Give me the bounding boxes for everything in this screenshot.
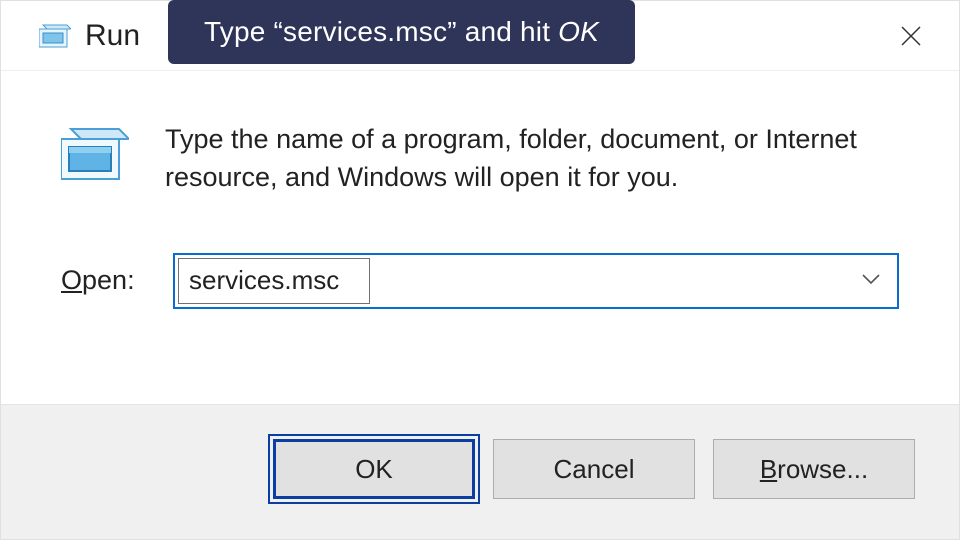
- cancel-button[interactable]: Cancel: [493, 439, 695, 499]
- content-area: Type the name of a program, folder, docu…: [1, 71, 959, 404]
- open-label: Open:: [61, 265, 173, 296]
- run-dialog: Run Type the name of a program, folder, …: [0, 0, 960, 540]
- instruction-tooltip: Type “services.msc” and hit OK: [168, 0, 635, 64]
- browse-button[interactable]: Browse...: [713, 439, 915, 499]
- chevron-down-icon[interactable]: [861, 272, 881, 290]
- description-text: Type the name of a program, folder, docu…: [165, 121, 885, 197]
- ok-button[interactable]: OK: [273, 439, 475, 499]
- button-bar: OK Cancel Browse...: [1, 404, 959, 539]
- run-icon-small: [39, 23, 71, 49]
- close-button[interactable]: [891, 16, 931, 56]
- close-icon: [899, 24, 923, 48]
- open-input[interactable]: services.msc: [178, 258, 370, 304]
- open-combobox[interactable]: services.msc: [173, 253, 899, 309]
- run-icon-large: [61, 127, 129, 190]
- window-title: Run: [85, 19, 140, 53]
